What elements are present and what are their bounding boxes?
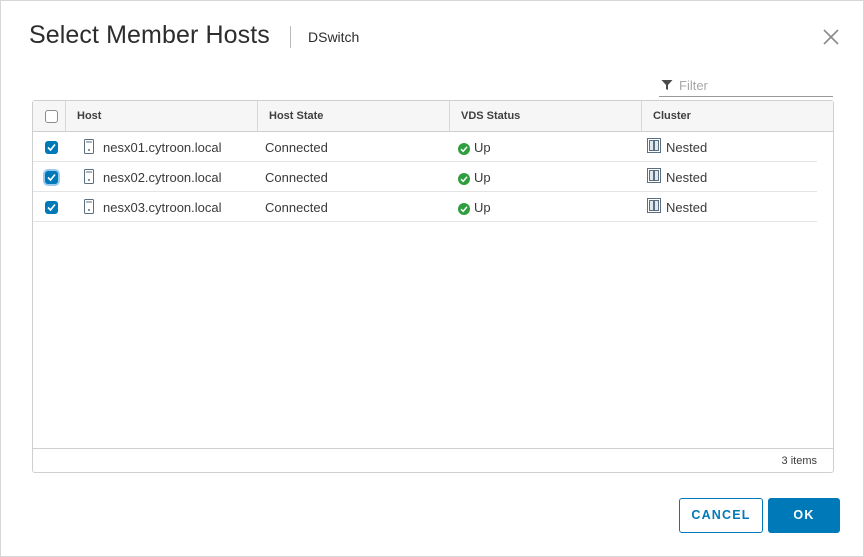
cluster-name[interactable]: Nested xyxy=(666,192,707,222)
column-header-cluster[interactable]: Cluster xyxy=(641,101,831,131)
host-name[interactable]: nesx02.cytroon.local xyxy=(103,162,222,192)
cluster-icon xyxy=(647,198,661,213)
host-name[interactable]: nesx03.cytroon.local xyxy=(103,192,222,222)
host-server-icon xyxy=(84,199,94,214)
host-server-icon xyxy=(84,139,94,154)
close-button[interactable] xyxy=(821,27,841,47)
column-header-host[interactable]: Host xyxy=(65,101,257,131)
select-member-hosts-dialog: Select Member Hosts DSwitch Host Host St… xyxy=(0,0,864,557)
item-count: 3 items xyxy=(781,455,817,467)
vds-status: Up xyxy=(474,200,491,215)
ok-button[interactable]: OK xyxy=(768,498,840,533)
row-checkbox[interactable] xyxy=(45,171,58,184)
select-all-checkbox[interactable] xyxy=(45,110,58,123)
cluster-name[interactable]: Nested xyxy=(666,132,707,162)
host-name[interactable]: nesx01.cytroon.local xyxy=(103,132,222,162)
cluster-name[interactable]: Nested xyxy=(666,162,707,192)
filter-input[interactable] xyxy=(679,75,829,95)
column-header-host-state[interactable]: Host State xyxy=(257,101,449,131)
host-state: Connected xyxy=(265,140,328,155)
vds-status: Up xyxy=(474,140,491,155)
host-state: Connected xyxy=(265,170,328,185)
close-icon xyxy=(823,29,839,45)
host-server-icon xyxy=(84,169,94,184)
row-checkbox[interactable] xyxy=(45,141,58,154)
dialog-title: Select Member Hosts xyxy=(29,21,270,49)
host-state: Connected xyxy=(265,200,328,215)
filter-box xyxy=(659,75,833,97)
dialog-subtitle: DSwitch xyxy=(308,29,360,45)
table-row[interactable]: nesx01.cytroon.local Connected Up Nested xyxy=(33,132,817,162)
check-circle-icon xyxy=(458,173,470,185)
check-circle-icon xyxy=(458,143,470,155)
cluster-icon xyxy=(647,168,661,183)
hosts-datagrid: Host Host State VDS Status Cluster nesx0… xyxy=(32,100,834,473)
datagrid-header: Host Host State VDS Status Cluster xyxy=(33,101,833,132)
check-circle-icon xyxy=(458,203,470,215)
row-checkbox[interactable] xyxy=(45,201,58,214)
table-row[interactable]: nesx03.cytroon.local Connected Up Nested xyxy=(33,192,817,222)
vds-status: Up xyxy=(474,170,491,185)
datagrid-footer: 3 items xyxy=(33,448,833,472)
table-row[interactable]: nesx02.cytroon.local Connected Up Nested xyxy=(33,162,817,192)
cluster-icon xyxy=(647,138,661,153)
cancel-button[interactable]: CANCEL xyxy=(679,498,763,533)
column-header-vds-status[interactable]: VDS Status xyxy=(449,101,641,131)
title-divider xyxy=(290,26,291,48)
funnel-icon xyxy=(661,80,673,90)
